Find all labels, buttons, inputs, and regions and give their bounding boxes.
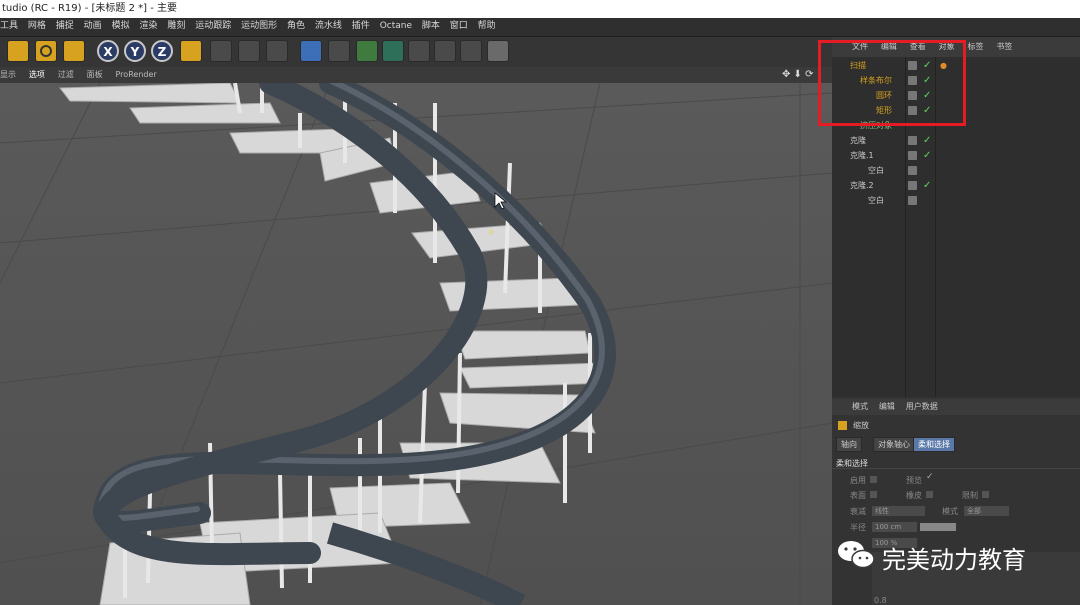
viewport-menu-item[interactable]: 选项 <box>29 67 55 83</box>
floor-icon[interactable] <box>434 40 456 62</box>
cloner-icon[interactable] <box>382 40 404 62</box>
tab-soft-selection[interactable]: 柔和选择 <box>913 437 955 452</box>
radius-slider[interactable] <box>920 523 956 531</box>
light-icon[interactable] <box>487 40 509 62</box>
x-axis-button[interactable]: X <box>97 40 119 62</box>
mode-select[interactable]: 全部 <box>964 506 1009 516</box>
list-item[interactable]: 克隆.1 ✓ <box>832 148 1080 163</box>
tab-object-axis[interactable]: 对象轴心 <box>873 437 915 452</box>
menu-item[interactable]: 动画 <box>84 18 109 35</box>
menu-item[interactable]: 帮助 <box>478 18 503 35</box>
y-axis-button[interactable]: Y <box>124 40 146 62</box>
menu-item[interactable]: 工具 <box>0 18 25 35</box>
spiral-staircase-render: + <box>0 83 832 605</box>
attr-menu-edit[interactable]: 编辑 <box>879 399 903 415</box>
menu-item[interactable]: 角色 <box>287 18 312 35</box>
coordinate-system-icon[interactable] <box>180 40 202 62</box>
svg-text:+: + <box>487 227 495 238</box>
menu-item[interactable]: 脚本 <box>422 18 447 35</box>
render-view-icon[interactable] <box>210 40 232 62</box>
obj-menu-bookmarks[interactable]: 书签 <box>996 37 1022 57</box>
obj-menu-tags[interactable]: 标签 <box>968 37 994 57</box>
viewport-menu-item[interactable]: 面板 <box>87 67 113 83</box>
menu-item[interactable]: 窗口 <box>450 18 475 35</box>
menu-item[interactable]: Octane <box>380 18 419 35</box>
restrict-checkbox[interactable] <box>982 491 989 498</box>
menu-item[interactable]: 捕捉 <box>56 18 81 35</box>
menu-item[interactable]: 模拟 <box>112 18 137 35</box>
attributes-menu: 模式 编辑 用户数据 <box>832 399 1080 415</box>
viewport-menu-item[interactable]: ProRender <box>116 67 167 83</box>
surface-checkbox[interactable] <box>870 491 877 498</box>
list-item[interactable]: 克隆.2 ✓ <box>832 178 1080 193</box>
restrict-label: 限制 <box>962 491 978 500</box>
falloff-label: 衰减 <box>850 507 866 516</box>
z-axis-button[interactable]: Z <box>151 40 173 62</box>
attr-menu-userdata[interactable]: 用户数据 <box>906 399 946 415</box>
viewport-menu: 显示 选项 过滤 面板 ProRender ✥ ⬇ ⟳ ▯ <box>0 67 832 96</box>
subdivision-icon[interactable] <box>356 40 378 62</box>
enable-label: 启用 <box>850 476 866 485</box>
menu-item[interactable]: 流水线 <box>315 18 349 35</box>
menu-bar: 工具 网格 捕捉 动画 模拟 渲染 雕刻 运动跟踪 运动图形 角色 流水线 插件… <box>0 18 1080 37</box>
attr-menu-mode[interactable]: 模式 <box>832 399 876 415</box>
scale-tool-icon[interactable] <box>7 40 29 62</box>
window-title: tudio (RC - R19) - [未标题 2 *] - 主要 <box>0 0 1080 18</box>
list-item[interactable]: 克隆 ✓ <box>832 133 1080 148</box>
preview-checkbox[interactable]: ✓ <box>926 472 934 482</box>
graph-value-label: 0.8 <box>874 596 887 605</box>
viewport-menu-item[interactable]: 显示 <box>0 67 26 83</box>
mode-label: 模式 <box>942 507 958 516</box>
surface-label: 表面 <box>850 491 866 500</box>
list-item[interactable]: 空白 <box>832 163 1080 178</box>
attr-object-label: 缩放 <box>853 421 869 430</box>
camera-icon[interactable] <box>460 40 482 62</box>
list-item[interactable]: 空白 <box>832 193 1080 208</box>
menu-item[interactable]: 运动图形 <box>241 18 284 35</box>
watermark-text: 完美动力教育 <box>882 546 1026 574</box>
menu-item[interactable]: 网格 <box>28 18 53 35</box>
viewport-menu-item[interactable]: 过滤 <box>58 67 84 83</box>
radius-input[interactable]: 100 cm <box>872 522 917 532</box>
pen-spline-icon[interactable] <box>328 40 350 62</box>
main-toolbar: X Y Z <box>0 37 832 67</box>
preview-label: 预览 <box>906 476 922 485</box>
rubber-label: 橡皮 <box>906 491 922 500</box>
radius-label: 半径 <box>850 523 866 532</box>
scale-object-icon <box>838 421 847 430</box>
wechat-icon <box>838 541 875 569</box>
move-tool-icon[interactable] <box>63 40 85 62</box>
menu-item[interactable]: 插件 <box>352 18 377 35</box>
menu-item[interactable]: 渲染 <box>139 18 164 35</box>
cube-icon[interactable] <box>300 40 322 62</box>
divider <box>832 468 1080 469</box>
rotate-tool-icon[interactable] <box>35 40 57 62</box>
falloff-select[interactable]: 线性 <box>872 506 925 516</box>
watermark: 完美动力教育 <box>836 536 1080 576</box>
menu-item[interactable]: 雕刻 <box>167 18 192 35</box>
render-settings-icon[interactable] <box>266 40 288 62</box>
render-picture-viewer-icon[interactable] <box>238 40 260 62</box>
enable-checkbox[interactable] <box>870 476 877 483</box>
red-highlight-box <box>818 40 966 126</box>
3d-viewport[interactable]: + <box>0 83 832 605</box>
rubber-checkbox[interactable] <box>926 491 933 498</box>
menu-item[interactable]: 运动跟踪 <box>195 18 238 35</box>
deformer-icon[interactable] <box>408 40 430 62</box>
tab-axis[interactable]: 轴向 <box>836 437 862 452</box>
